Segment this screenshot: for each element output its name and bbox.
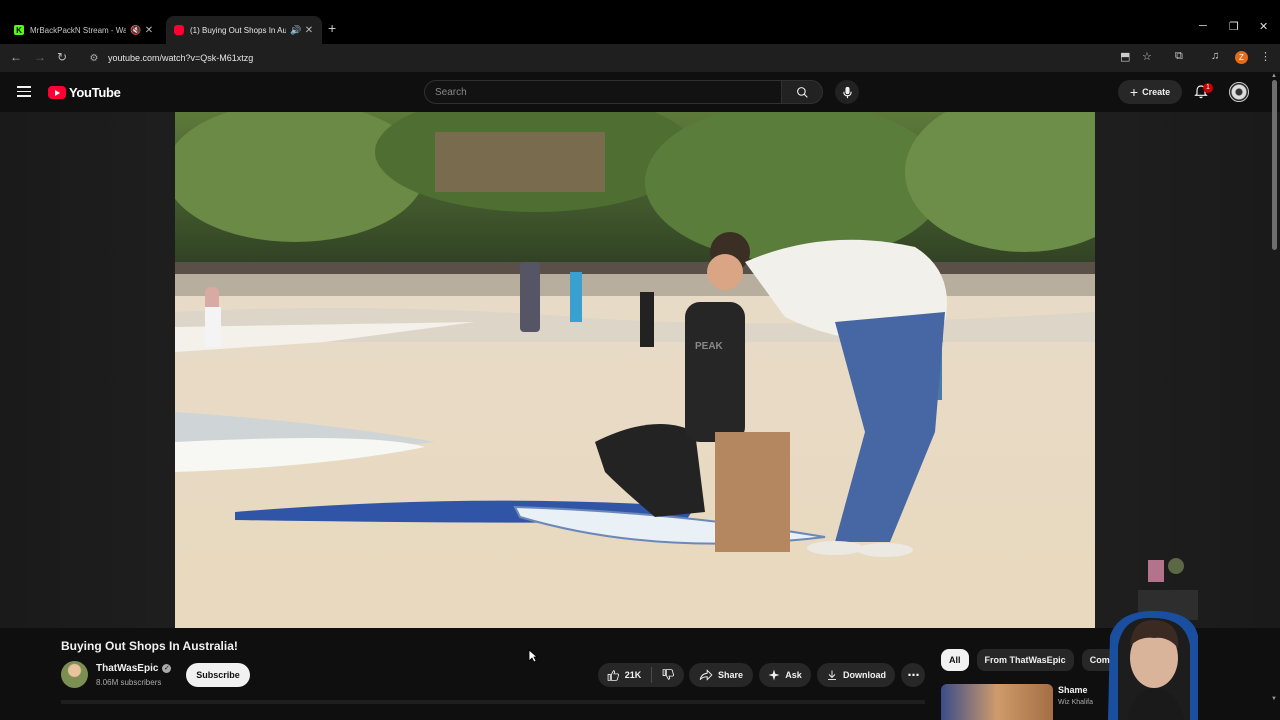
site-info-icon[interactable]: ⚙: [84, 53, 104, 64]
description-box-edge: [61, 700, 925, 704]
recommended-title[interactable]: Shame: [1058, 685, 1088, 695]
plus-icon: +: [1129, 84, 1139, 100]
browser-nav-bar: ← → ↻ ⚙ youtube.com/watch?v=Qsk-M61xtzg …: [0, 44, 1280, 72]
video-title: Buying Out Shops In Australia!: [61, 639, 238, 653]
ask-label: Ask: [785, 670, 802, 680]
notification-badge: 1: [1203, 83, 1213, 93]
close-tab-icon[interactable]: ✕: [304, 25, 314, 36]
mouse-cursor-icon: [528, 649, 538, 663]
chip-all[interactable]: All: [941, 649, 969, 671]
kick-icon: K: [14, 25, 24, 35]
new-tab-button[interactable]: +: [328, 20, 336, 36]
subscriber-count: 8.06M subscribers: [96, 678, 162, 687]
search-box: [424, 80, 782, 104]
sparkle-icon: [768, 669, 780, 681]
media-controls-icon[interactable]: ♫: [1211, 50, 1219, 62]
search-icon: [796, 86, 808, 98]
ask-button[interactable]: Ask: [759, 663, 811, 687]
like-dislike-group: 21K: [598, 663, 684, 687]
youtube-logo-text: YouTube: [69, 85, 121, 100]
like-count: 21K: [624, 670, 642, 680]
close-window-button[interactable]: ✕: [1259, 20, 1268, 33]
install-app-icon[interactable]: ⬒: [1120, 50, 1130, 63]
download-icon: [828, 670, 836, 680]
share-label: Share: [717, 670, 743, 680]
video-player[interactable]: PEAK: [0, 112, 1280, 628]
verified-check-icon: ✓: [162, 664, 172, 673]
channel-avatar[interactable]: [61, 661, 88, 688]
tab-title: MrBackPackN Stream - Wat: [30, 25, 126, 35]
bookmark-star-icon[interactable]: ☆: [1142, 50, 1152, 63]
webcam-overlay: [1108, 558, 1198, 720]
search-input[interactable]: [425, 86, 781, 98]
search-button[interactable]: [781, 80, 823, 104]
minimize-button[interactable]: ─: [1199, 20, 1207, 32]
browser-tab-bar: K MrBackPackN Stream - Wat 🔇 ✕ (1) Buyin…: [0, 0, 1280, 44]
create-label: Create: [1142, 87, 1171, 97]
more-horizontal-icon: ⋯: [907, 668, 920, 682]
subscribe-button[interactable]: Subscribe: [186, 663, 250, 687]
download-button[interactable]: Download: [817, 663, 895, 687]
recommended-thumbnail[interactable]: [941, 684, 1053, 720]
thumbs-up-icon: [607, 669, 619, 681]
thumbs-down-icon: [662, 668, 675, 680]
like-button[interactable]: 21K: [597, 667, 653, 683]
forward-icon[interactable]: →: [34, 50, 46, 64]
account-avatar[interactable]: [1229, 82, 1249, 102]
youtube-logo[interactable]: YouTube: [48, 85, 121, 100]
microphone-icon: [842, 86, 852, 98]
more-actions-button[interactable]: ⋯: [901, 663, 925, 687]
video-still-image: PEAK: [175, 112, 1095, 628]
browser-menu-icon[interactable]: ⋮: [1260, 50, 1271, 63]
chip-from-channel[interactable]: From ThatWasEpic: [976, 649, 1074, 671]
extensions-icon[interactable]: ⧉: [1175, 50, 1183, 63]
share-button[interactable]: Share: [689, 663, 753, 687]
url-text: youtube.com/watch?v=Qsk-M61xtzg: [108, 53, 254, 63]
menu-icon[interactable]: [17, 86, 31, 100]
download-label: Download: [843, 670, 886, 680]
share-icon: [699, 669, 713, 681]
close-tab-icon[interactable]: ✕: [144, 25, 154, 36]
reload-icon[interactable]: ↻: [57, 50, 67, 64]
scroll-up-arrow-icon[interactable]: ▲: [1271, 73, 1277, 79]
browser-tab-active[interactable]: (1) Buying Out Shops In Aus 🔊 ✕: [166, 16, 322, 44]
speaker-icon[interactable]: 🔊: [290, 25, 301, 36]
create-button[interactable]: + Create: [1118, 80, 1182, 104]
page-scrollbar[interactable]: [1272, 80, 1277, 250]
voice-search-button[interactable]: [835, 80, 859, 104]
dislike-button[interactable]: [652, 668, 685, 683]
profile-avatar[interactable]: Z: [1235, 51, 1248, 64]
youtube-icon: [174, 25, 184, 35]
restore-button[interactable]: ❐: [1229, 20, 1239, 33]
browser-tab[interactable]: K MrBackPackN Stream - Wat 🔇 ✕: [6, 16, 162, 44]
muted-speaker-icon[interactable]: 🔇: [130, 25, 141, 36]
back-icon[interactable]: ←: [10, 50, 22, 64]
address-bar[interactable]: ⚙ youtube.com/watch?v=Qsk-M61xtzg: [80, 47, 1110, 69]
youtube-header: YouTube + Create 1: [0, 72, 1280, 112]
wetsuit-logo-text: PEAK: [695, 341, 724, 352]
tab-title: (1) Buying Out Shops In Aus: [190, 25, 286, 35]
scroll-down-arrow-icon[interactable]: ▼: [1271, 696, 1277, 702]
channel-name[interactable]: ThatWasEpic ✓: [96, 663, 172, 674]
video-frame[interactable]: PEAK: [175, 112, 1095, 628]
youtube-play-icon: [48, 86, 66, 99]
channel-name-text: ThatWasEpic: [96, 663, 159, 674]
recommended-channel: Wiz Khalifa: [1058, 699, 1094, 706]
